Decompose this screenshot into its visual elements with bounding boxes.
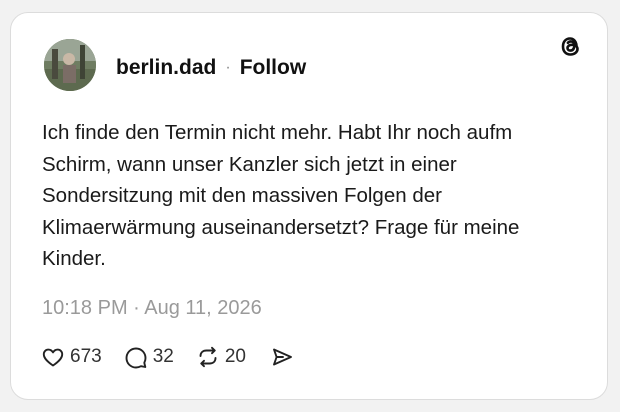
reply-count: 32: [152, 346, 174, 367]
reply-button[interactable]: 32: [124, 345, 174, 369]
username-link[interactable]: berlin.dad: [116, 56, 216, 80]
repost-count: 20: [224, 346, 246, 367]
repost-button[interactable]: 20: [196, 345, 246, 369]
post-text: Ich finde den Termin nicht mehr. Habt Ih…: [42, 121, 520, 270]
like-count: 673: [70, 346, 102, 367]
post-timestamp[interactable]: 10:18 PM · Aug 11, 2026: [42, 297, 262, 320]
post-header: berlin.dad · Follow: [116, 56, 306, 80]
avatar[interactable]: [44, 39, 96, 91]
send-icon: [273, 348, 292, 366]
post-card: berlin.dad · Follow Ich finde den Termin…: [10, 12, 608, 400]
like-button[interactable]: 673: [41, 345, 102, 369]
action-bar: 673 32 20: [41, 345, 299, 369]
avatar-photo: [44, 39, 96, 91]
share-button[interactable]: [270, 345, 299, 369]
repost-icon: [199, 346, 217, 368]
threads-logo-icon[interactable]: [555, 31, 585, 61]
heart-icon: [42, 348, 64, 367]
comment-icon: [125, 347, 147, 369]
separator: ·: [225, 59, 231, 76]
follow-button[interactable]: Follow: [240, 56, 307, 80]
